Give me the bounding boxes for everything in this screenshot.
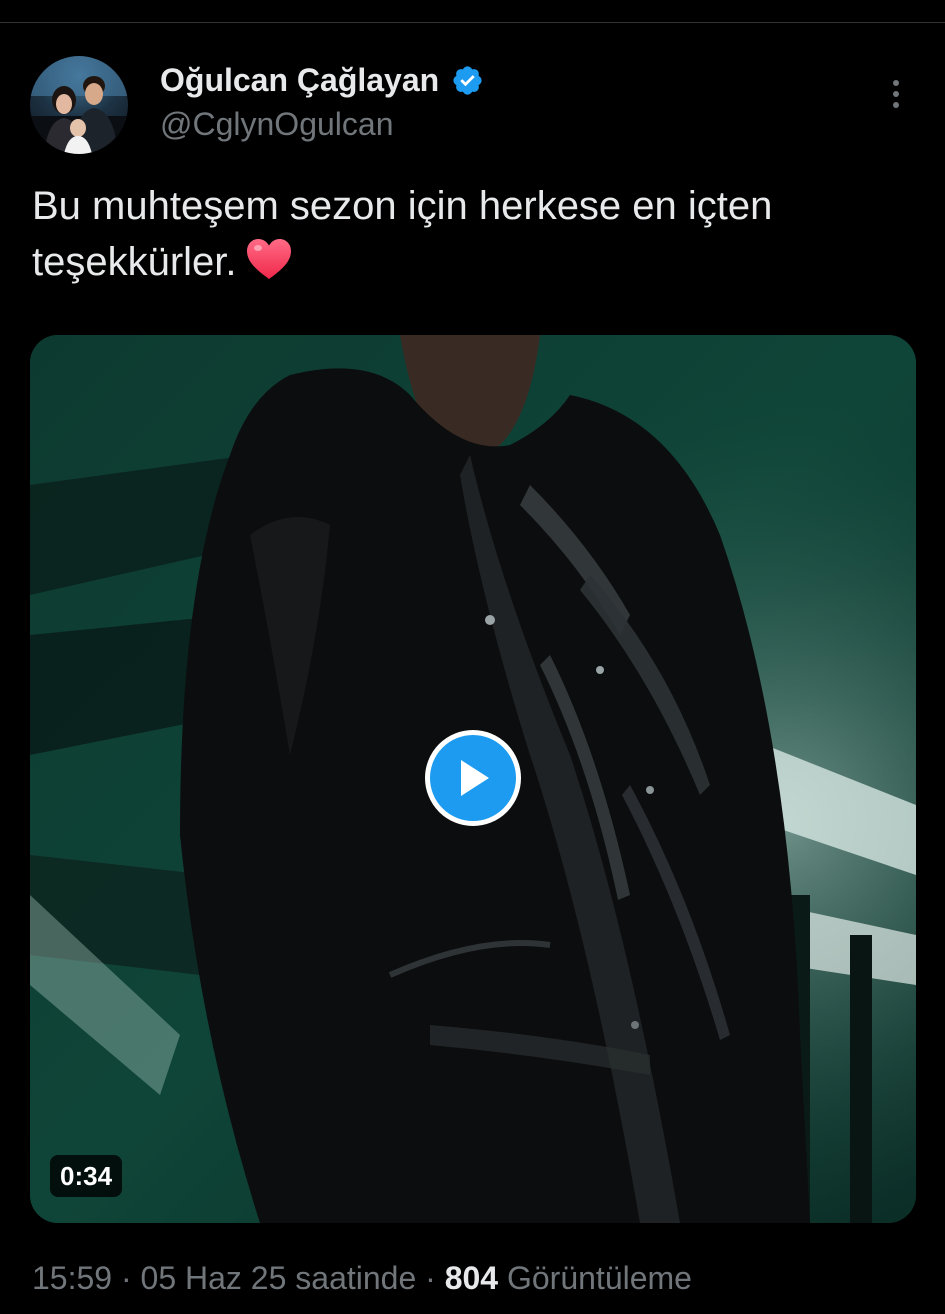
more-dot-icon [893,91,899,97]
tweet-body: Bu muhteşem sezon için herkese en içten … [32,184,773,284]
tweet-text: Bu muhteşem sezon için herkese en içten … [32,178,912,290]
author-display-name[interactable]: Oğulcan Çağlayan [160,60,439,100]
avatar[interactable] [30,56,128,154]
views-label: Görüntüleme [506,1260,692,1296]
more-dot-icon [893,80,899,86]
play-button[interactable] [425,730,521,826]
heart-emoji-icon [246,239,291,279]
video-player[interactable]: 0:34 [30,335,916,1223]
tweet-meta: 15:59 · 05 Haz 25 saatinde · 804 Görüntü… [32,1258,692,1298]
tweet-author: Oğulcan Çağlayan @CglynOgulcan [160,60,484,144]
video-duration-badge: 0:34 [50,1155,123,1197]
top-divider [0,22,945,23]
play-icon [461,760,489,796]
meta-separator: · [120,1260,132,1296]
avatar-photo [30,56,128,154]
more-options-button[interactable] [878,76,914,112]
meta-separator: · [425,1260,436,1296]
views-count[interactable]: 804 [445,1260,498,1296]
author-handle[interactable]: @CglynOgulcan [160,104,484,144]
author-name-row[interactable]: Oğulcan Çağlayan [160,60,484,100]
tweet-time[interactable]: 15:59 [32,1260,112,1296]
more-dot-icon [893,102,899,108]
verified-badge-icon [453,65,482,95]
tweet-date[interactable]: 05 Haz 25 saatinde [141,1260,417,1296]
